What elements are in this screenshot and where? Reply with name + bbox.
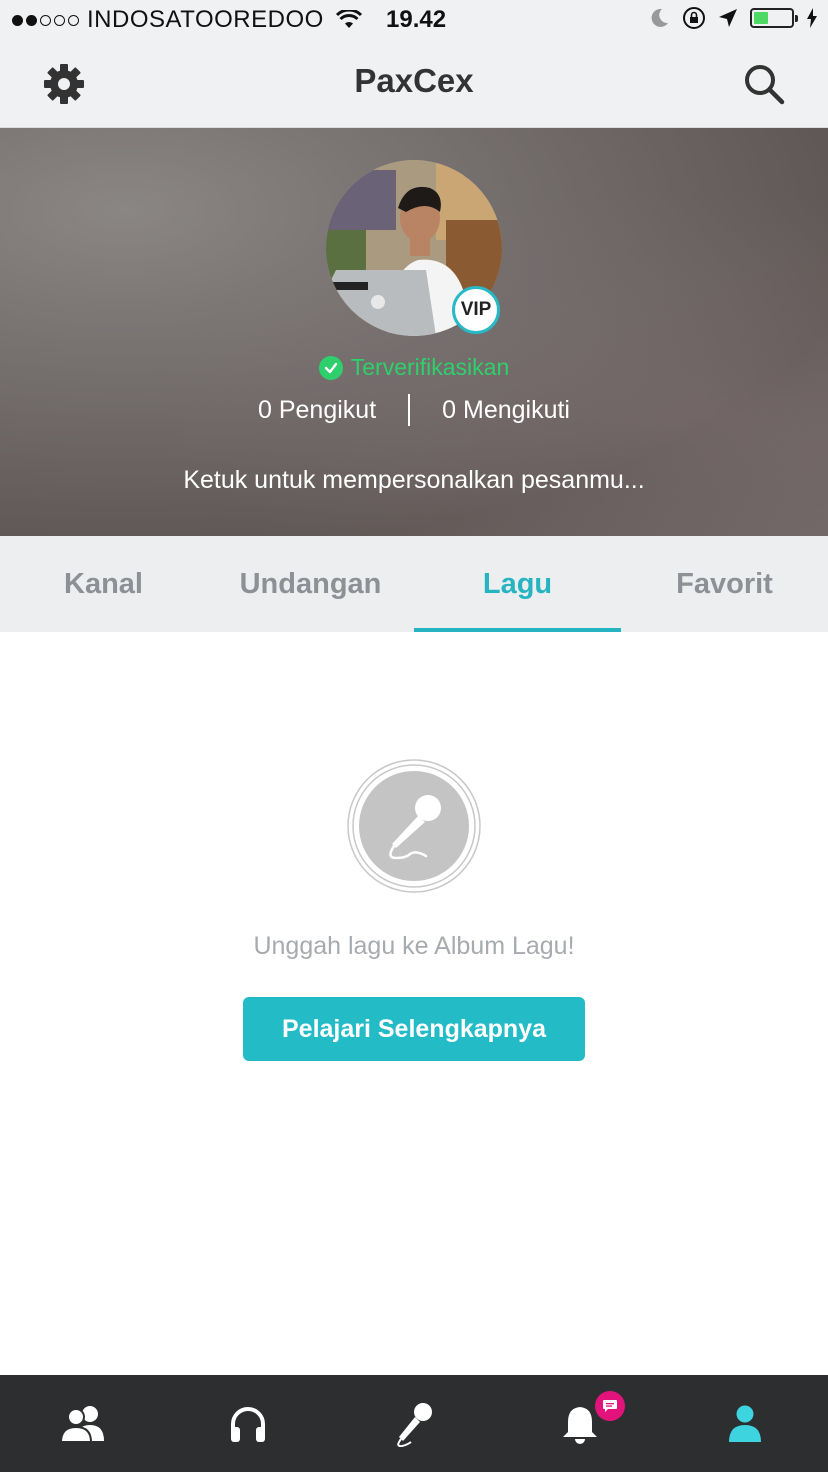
verified-status: Terverifikasikan [0, 354, 828, 381]
tab-lagu[interactable]: Lagu [414, 536, 621, 632]
follow-divider [408, 394, 411, 426]
moon-icon [651, 8, 668, 27]
tab-favorit[interactable]: Favorit [621, 536, 828, 632]
following-count[interactable]: 0 Mengikuti [442, 396, 570, 425]
wifi-icon [335, 10, 362, 28]
profile-header: VIP Terverifikasikan 0 Pengikut 0 Mengik… [0, 128, 828, 536]
charging-icon [807, 8, 817, 28]
check-circle-icon [318, 355, 343, 380]
bio-message[interactable]: Ketuk untuk mempersonalkan pesanmu... [0, 466, 828, 495]
people-icon [59, 1405, 104, 1443]
bottom-tab-sing[interactable] [331, 1375, 497, 1472]
status-bar: INDOSATOOREDOO 19.42 [0, 0, 828, 40]
bottom-tab-people[interactable] [0, 1375, 166, 1472]
profile-icon [729, 1405, 762, 1442]
bottom-tab-listen[interactable] [166, 1375, 332, 1472]
bell-icon [562, 1406, 597, 1444]
bottom-tab-bar [0, 1375, 828, 1472]
vip-badge: VIP [452, 286, 500, 334]
status-time: 19.42 [386, 6, 447, 33]
bottom-tab-profile[interactable] [662, 1375, 828, 1472]
avatar[interactable]: VIP [326, 160, 502, 336]
nav-bar: PaxCex [0, 40, 828, 128]
message-badge-icon [594, 1391, 625, 1421]
empty-state-message: Unggah lagu ke Album Lagu! [253, 932, 575, 960]
tab-kanal[interactable]: Kanal [0, 536, 207, 632]
follow-stats: 0 Pengikut 0 Mengikuti [0, 394, 828, 426]
bottom-tab-notifications[interactable] [497, 1375, 663, 1472]
location-arrow-icon [719, 9, 737, 27]
microphone-icon [397, 1402, 432, 1447]
verified-label: Terverifikasikan [350, 354, 510, 380]
battery-icon [750, 8, 798, 28]
microphone-icon [347, 759, 481, 893]
followers-count[interactable]: 0 Pengikut [258, 396, 376, 425]
signal-strength-icon [12, 14, 79, 26]
rotation-lock-icon [683, 7, 705, 29]
profile-tabs: Kanal Undangan Lagu Favorit [0, 536, 828, 632]
learn-more-button[interactable]: Pelajari Selengkapnya [243, 997, 585, 1061]
search-icon[interactable] [742, 62, 786, 106]
carrier-name: INDOSATOOREDOO [87, 6, 324, 33]
tab-undangan[interactable]: Undangan [207, 536, 414, 632]
page-title: PaxCex [354, 62, 474, 99]
headphones-icon [231, 1406, 266, 1442]
